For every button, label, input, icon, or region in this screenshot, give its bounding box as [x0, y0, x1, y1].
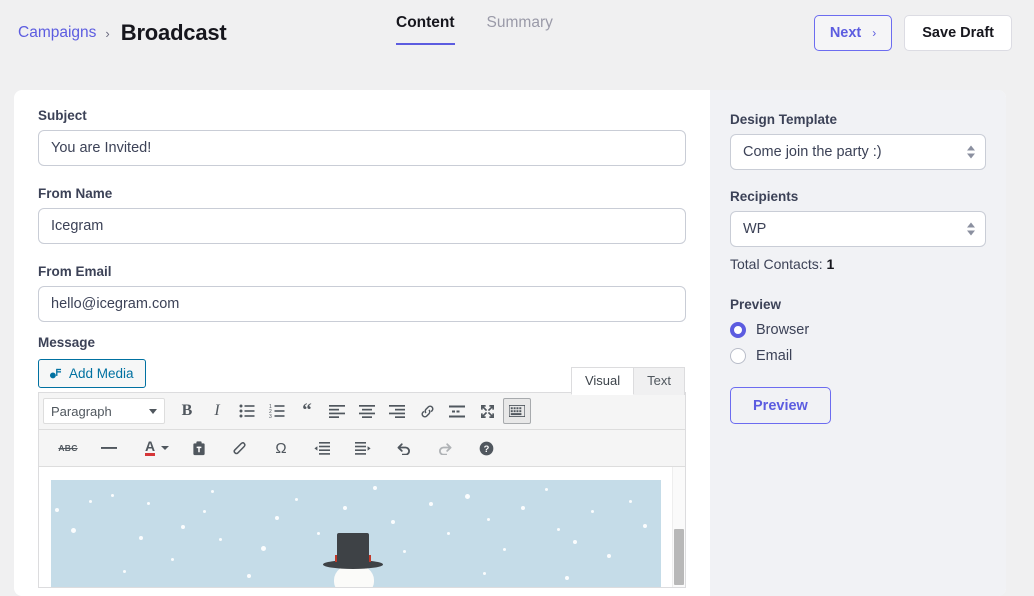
from-name-label: From Name	[38, 186, 113, 201]
align-right-icon[interactable]	[383, 398, 411, 424]
email-template-image	[51, 480, 661, 587]
undo-icon[interactable]	[390, 435, 418, 461]
text-color-icon[interactable]: A	[136, 435, 164, 461]
paragraph-format-select[interactable]: Paragraph	[43, 398, 165, 424]
editor-mode-tabs: Visual Text	[570, 367, 685, 395]
save-draft-button[interactable]: Save Draft	[904, 15, 1012, 51]
numbered-list-icon[interactable]: 1 2 3	[263, 398, 291, 424]
radio-email-icon[interactable]	[730, 348, 746, 364]
total-contacts-value: 1	[826, 256, 835, 272]
design-template-value: Come join the party :)	[743, 144, 882, 160]
preview-label: Preview	[730, 297, 782, 312]
from-email-label: From Email	[38, 264, 112, 279]
editor-tab-visual[interactable]: Visual	[570, 367, 635, 395]
breadcrumb-separator-icon: ›	[105, 25, 110, 41]
design-template-label: Design Template	[730, 112, 838, 127]
radio-browser-icon[interactable]	[730, 322, 746, 338]
read-more-icon[interactable]	[443, 398, 471, 424]
align-left-icon[interactable]	[323, 398, 351, 424]
paste-as-text-icon[interactable]	[185, 435, 213, 461]
recipients-value: WP	[743, 221, 767, 237]
tab-content[interactable]: Content	[396, 14, 455, 45]
increase-indent-icon[interactable]	[349, 435, 377, 461]
redo-icon[interactable]	[431, 435, 459, 461]
page-title: Broadcast	[120, 20, 227, 45]
design-template-select[interactable]: Come join the party :)	[730, 134, 986, 170]
preview-option-email-label: Email	[756, 348, 793, 364]
svg-text:?: ?	[483, 444, 489, 454]
editor-scrollbar-thumb[interactable]	[674, 529, 684, 585]
keyboard-shortcuts-icon[interactable]: ?	[472, 435, 500, 461]
campaign-form: Subject You are Invited! From Name Icegr…	[14, 90, 710, 596]
editor-scrollbar[interactable]	[672, 467, 685, 587]
chevron-down-icon	[149, 408, 157, 414]
strikethrough-icon[interactable]: ABC	[54, 435, 82, 461]
add-media-label: Add Media	[69, 366, 134, 381]
from-email-input[interactable]: hello@icegram.com	[38, 286, 686, 322]
bulleted-list-icon[interactable]	[233, 398, 261, 424]
message-editor: Visual Text Paragraph B I 1 2 3 “ ABC A …	[38, 367, 686, 588]
paragraph-format-value: Paragraph	[51, 403, 112, 419]
editor-toolbar-row-1: Paragraph B I 1 2 3 “	[39, 393, 685, 430]
preview-option-browser-label: Browser	[756, 322, 810, 338]
subject-input[interactable]: You are Invited!	[38, 130, 686, 166]
editor-toolbar-row-2: ABC A Ω ?	[39, 430, 685, 467]
italic-icon[interactable]: I	[203, 398, 231, 424]
header-actions: Next › Save Draft	[813, 15, 1012, 51]
bold-icon[interactable]: B	[173, 398, 201, 424]
blockquote-icon[interactable]: “	[293, 398, 321, 424]
toolbar-toggle-icon[interactable]	[503, 398, 531, 424]
message-label: Message	[38, 335, 96, 350]
next-button[interactable]: Next ›	[813, 15, 893, 51]
media-icon	[48, 367, 62, 381]
breadcrumb: Campaigns › Broadcast	[18, 20, 227, 46]
add-media-button[interactable]: Add Media	[38, 359, 146, 388]
tab-summary[interactable]: Summary	[487, 14, 553, 45]
chevron-right-icon: ›	[872, 26, 877, 40]
settings-panel: Design Template Come join the party :) R…	[710, 90, 1006, 596]
recipients-label: Recipients	[730, 189, 799, 204]
preview-button[interactable]: Preview	[730, 387, 831, 424]
horizontal-rule-icon[interactable]	[95, 435, 123, 461]
total-contacts: Total Contacts: 1	[730, 256, 986, 272]
chevron-down-icon[interactable]	[161, 446, 169, 450]
from-name-input[interactable]: Icegram	[38, 208, 686, 244]
subject-label: Subject	[38, 108, 87, 123]
content-card: Subject You are Invited! From Name Icegr…	[14, 90, 1006, 596]
next-button-label: Next	[829, 25, 862, 41]
snowman-hat	[337, 533, 369, 563]
clear-formatting-icon[interactable]	[226, 435, 254, 461]
select-spinner-icon	[967, 145, 975, 159]
decrease-indent-icon[interactable]	[308, 435, 336, 461]
fullscreen-icon[interactable]	[473, 398, 501, 424]
special-character-icon[interactable]: Ω	[267, 435, 295, 461]
editor-tab-text[interactable]: Text	[634, 367, 685, 395]
align-center-icon[interactable]	[353, 398, 381, 424]
preview-option-browser[interactable]: Browser	[730, 322, 986, 338]
breadcrumb-link-campaigns[interactable]: Campaigns	[18, 24, 96, 42]
page-header: Campaigns › Broadcast Content Summary Ne…	[0, 0, 1034, 66]
select-spinner-icon	[967, 222, 975, 236]
editor-content-area[interactable]	[39, 467, 685, 587]
insert-link-icon[interactable]	[413, 398, 441, 424]
total-contacts-label: Total Contacts:	[730, 256, 823, 272]
preview-option-email[interactable]: Email	[730, 348, 986, 364]
svg-text:3: 3	[269, 414, 272, 418]
recipients-select[interactable]: WP	[730, 211, 986, 247]
header-tabs: Content Summary	[396, 14, 553, 45]
